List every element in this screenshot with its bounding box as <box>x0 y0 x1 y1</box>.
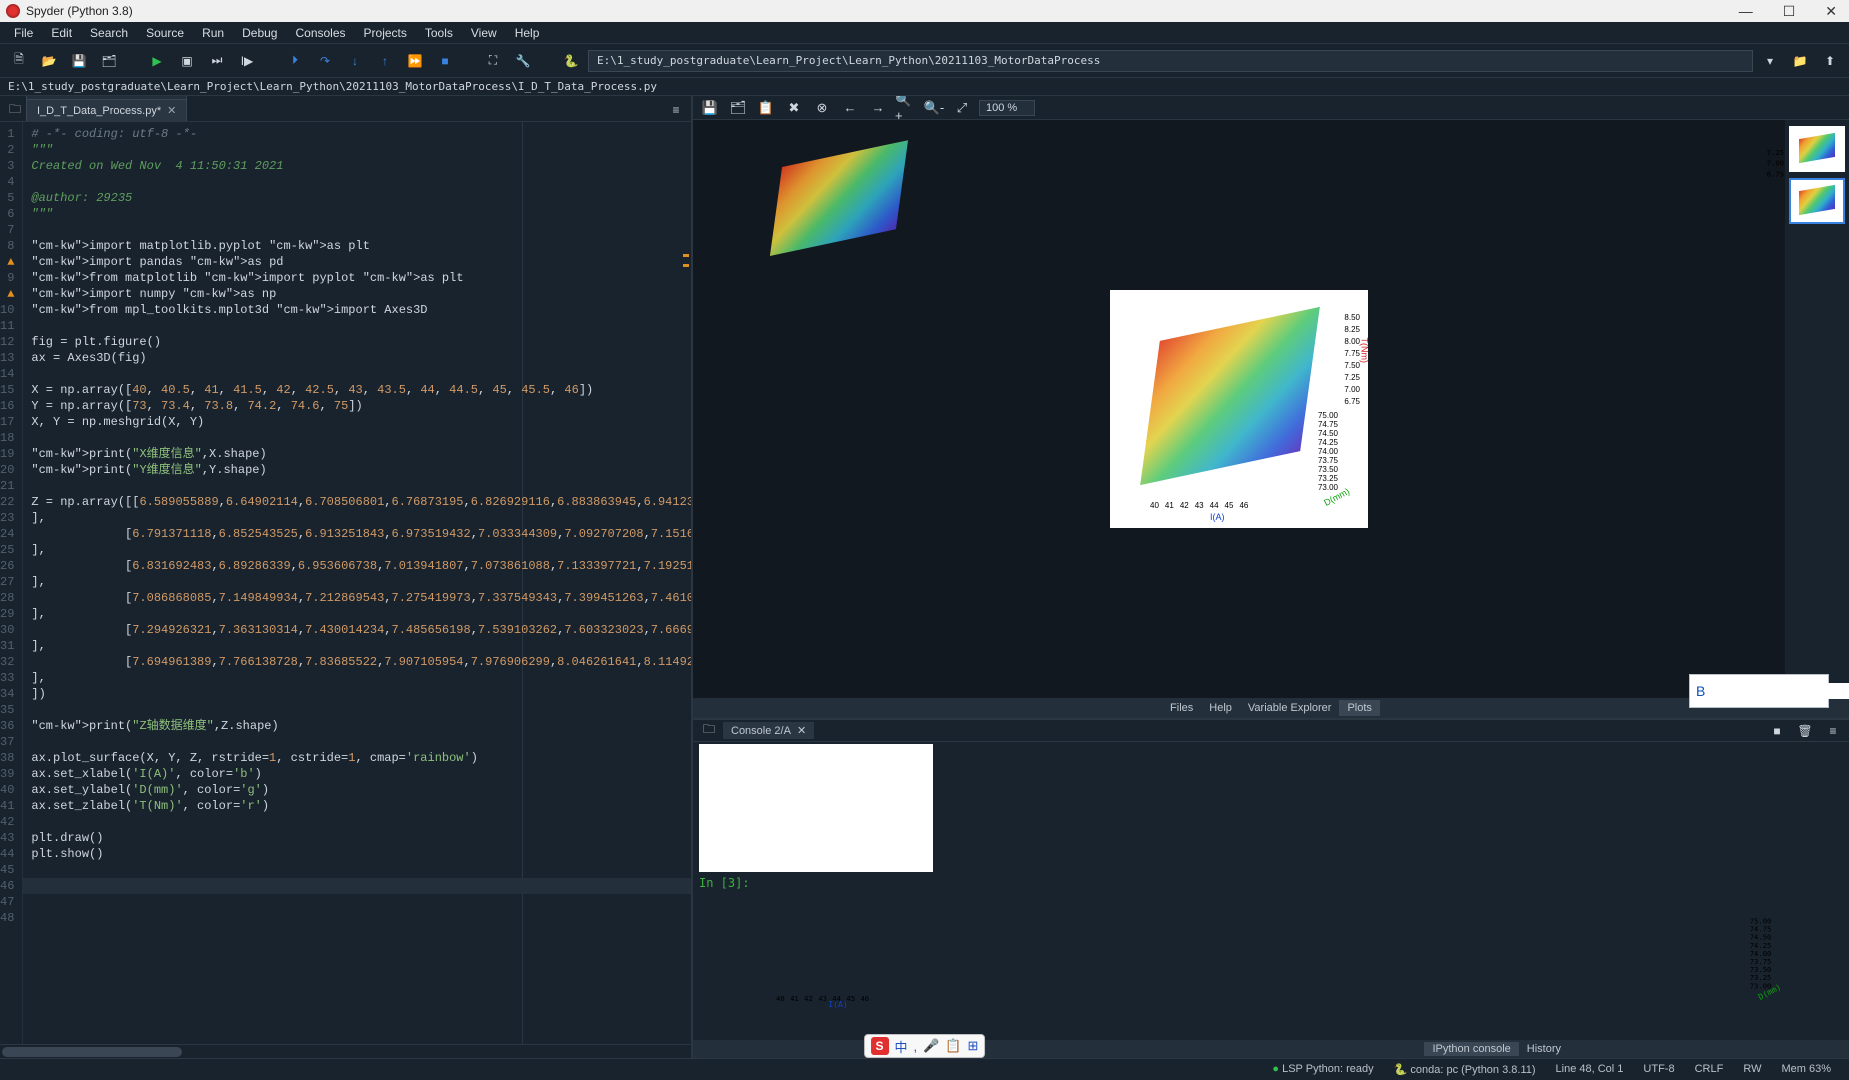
run-button[interactable]: ▶ <box>144 48 170 74</box>
editor-side-marks <box>683 122 689 1044</box>
save-button[interactable]: 💾 <box>66 48 92 74</box>
ime-toolbar[interactable]: S 中 , 🎤 📋 ⊞ <box>864 1034 986 1058</box>
ime-item[interactable]: 中 <box>895 1037 908 1056</box>
console-plot-output: 7.257.006.75 40 41 42 43 44 45 46 75.007… <box>699 744 933 872</box>
next-plot-button[interactable]: → <box>867 97 889 119</box>
x-axis-label: I(A) <box>828 1001 848 1010</box>
ime-candidate-box[interactable]: ▾ <box>1689 674 1829 708</box>
warn-mark <box>683 254 689 257</box>
zoom-out-button[interactable]: 🔍- <box>923 97 945 119</box>
tab-options-button[interactable]: ≡ <box>665 99 687 121</box>
scrollbar-thumb[interactable] <box>2 1047 182 1057</box>
plots-toolbar: 💾 🗂 📋 ✖ ⊗ ← → 🔍+ 🔍- ⤢ 100 % <box>693 96 1849 120</box>
line-number-gutter: 12345678▲ 9▲ 101112131415161718192021222… <box>0 122 23 1044</box>
menu-source[interactable]: Source <box>138 24 192 42</box>
save-all-button[interactable]: 🗂 <box>96 48 122 74</box>
python-path-button[interactable]: 🐍 <box>558 48 584 74</box>
save-all-plots-button[interactable]: 🗂 <box>727 97 749 119</box>
copy-plot-button[interactable]: 📋 <box>755 97 777 119</box>
menu-consoles[interactable]: Consoles <box>287 24 353 42</box>
close-tab-button[interactable]: ✕ <box>167 104 176 117</box>
ime-grid-icon[interactable]: ⊞ <box>968 1038 979 1054</box>
browse-consoles-button[interactable]: 🗀 <box>699 721 719 741</box>
new-file-button[interactable]: 🗎 <box>6 48 32 74</box>
path-dropdown-button[interactable]: ▾ <box>1757 48 1783 74</box>
tab-label: I_D_T_Data_Process.py* <box>37 105 161 117</box>
plot-thumbnails <box>1785 120 1849 698</box>
menu-search[interactable]: Search <box>82 24 136 42</box>
minimize-button[interactable]: — <box>1733 3 1759 20</box>
browse-folder-button[interactable]: 📁 <box>1787 48 1813 74</box>
console-pane: 🗀 Console 2/A ✕ ■ 🗑 ≡ 7.257.006.75 40 41 <box>693 720 1849 1058</box>
open-file-button[interactable]: 📂 <box>36 48 62 74</box>
console-options-button[interactable]: ≡ <box>1823 721 1843 741</box>
save-plot-button[interactable]: 💾 <box>699 97 721 119</box>
ime-input[interactable] <box>1696 683 1849 699</box>
menu-debug[interactable]: Debug <box>234 24 285 42</box>
file-path-bar: E:\1_study_postgraduate\Learn_Project\Le… <box>0 78 1849 96</box>
menu-help[interactable]: Help <box>507 24 548 42</box>
code-content[interactable]: # -*- coding: utf-8 -*-"""Created on Wed… <box>23 122 691 1044</box>
zoom-fit-button[interactable]: ⤢ <box>951 97 973 119</box>
browse-tabs-button[interactable]: 🗀 <box>4 99 26 121</box>
console-tab-history[interactable]: History <box>1519 1042 1569 1056</box>
console-tab-ipython-console[interactable]: IPython console <box>1424 1042 1518 1056</box>
ime-clipboard-icon[interactable]: 📋 <box>945 1038 961 1054</box>
plot-thumbnail[interactable] <box>1789 126 1845 172</box>
zoom-level: 100 % <box>979 100 1035 116</box>
plot-thumbnail[interactable] <box>1789 178 1845 224</box>
preferences-button[interactable]: 🔧 <box>510 48 536 74</box>
eol-status[interactable]: CRLF <box>1685 1063 1734 1076</box>
run-cell-advance-button[interactable]: ⏭ <box>204 48 230 74</box>
remove-plot-button[interactable]: ✖ <box>783 97 805 119</box>
debug-button[interactable]: ⏵ <box>282 48 308 74</box>
code-editor[interactable]: 12345678▲ 9▲ 101112131415161718192021222… <box>0 122 691 1044</box>
parent-folder-button[interactable]: ⬆ <box>1817 48 1843 74</box>
stop-debug-button[interactable]: ■ <box>432 48 458 74</box>
lsp-status[interactable]: ● LSP Python: ready <box>1262 1063 1383 1076</box>
menu-tools[interactable]: Tools <box>417 24 461 42</box>
window-title: Spyder (Python 3.8) <box>26 4 133 18</box>
step-into-button[interactable]: ↓ <box>342 48 368 74</box>
rw-status: RW <box>1733 1063 1771 1076</box>
window-titlebar: Spyder (Python 3.8) — ☐ ✕ <box>0 0 1849 22</box>
editor-pane: 🗀 untitled1.py✕I_D_T_Data_Process.py*✕ ≡… <box>0 96 693 1058</box>
main-toolbar: 🗎 📂 💾 🗂 ▶ ▣ ⏭ I▶ ⏵ ↷ ↓ ↑ ⏩ ■ ⛶ 🔧 🐍 ▾ 📁 ⬆ <box>0 44 1849 78</box>
warn-mark <box>683 264 689 267</box>
ime-item[interactable]: , <box>914 1039 918 1054</box>
remove-console-button[interactable]: 🗑 <box>1795 721 1815 741</box>
editor-tabbar: 🗀 untitled1.py✕I_D_T_Data_Process.py*✕ ≡ <box>0 96 691 122</box>
ime-mic-icon[interactable]: 🎤 <box>923 1038 939 1054</box>
editor-horizontal-scrollbar[interactable] <box>0 1044 691 1058</box>
mem-status: Mem 63% <box>1771 1063 1841 1076</box>
zoom-in-button[interactable]: 🔍+ <box>895 97 917 119</box>
maximize-pane-button[interactable]: ⛶ <box>480 48 506 74</box>
continue-button[interactable]: ⏩ <box>402 48 428 74</box>
spyder-icon <box>6 4 20 18</box>
conda-env-status[interactable]: 🐍 conda: pc (Python 3.8.11) <box>1384 1063 1546 1076</box>
encoding-status[interactable]: UTF-8 <box>1633 1063 1684 1076</box>
right-pane: 💾 🗂 📋 ✖ ⊗ ← → 🔍+ 🔍- ⤢ 100 % 8.508.258.0 <box>693 96 1849 1058</box>
working-directory-input[interactable] <box>588 50 1753 72</box>
step-out-button[interactable]: ↑ <box>372 48 398 74</box>
remove-all-plots-button[interactable]: ⊗ <box>811 97 833 119</box>
menu-edit[interactable]: Edit <box>43 24 80 42</box>
menu-run[interactable]: Run <box>194 24 232 42</box>
main-area: 🗀 untitled1.py✕I_D_T_Data_Process.py*✕ ≡… <box>0 96 1849 1058</box>
editor-tab[interactable]: I_D_T_Data_Process.py* ✕ <box>26 99 187 121</box>
console-output[interactable]: 7.257.006.75 40 41 42 43 44 45 46 75.007… <box>693 742 1849 1040</box>
menu-view[interactable]: View <box>463 24 505 42</box>
run-selection-button[interactable]: I▶ <box>234 48 260 74</box>
menubar: FileEditSearchSourceRunDebugConsolesProj… <box>0 22 1849 44</box>
run-cell-button[interactable]: ▣ <box>174 48 200 74</box>
prev-plot-button[interactable]: ← <box>839 97 861 119</box>
statusbar: ● LSP Python: ready 🐍 conda: pc (Python … <box>0 1058 1849 1080</box>
ime-logo-icon[interactable]: S <box>871 1037 889 1055</box>
step-over-button[interactable]: ↷ <box>312 48 338 74</box>
close-button[interactable]: ✕ <box>1819 3 1843 20</box>
menu-file[interactable]: File <box>6 24 41 42</box>
maximize-button[interactable]: ☐ <box>1777 3 1802 20</box>
line-col-status[interactable]: Line 48, Col 1 <box>1546 1063 1634 1076</box>
menu-projects[interactable]: Projects <box>356 24 415 42</box>
